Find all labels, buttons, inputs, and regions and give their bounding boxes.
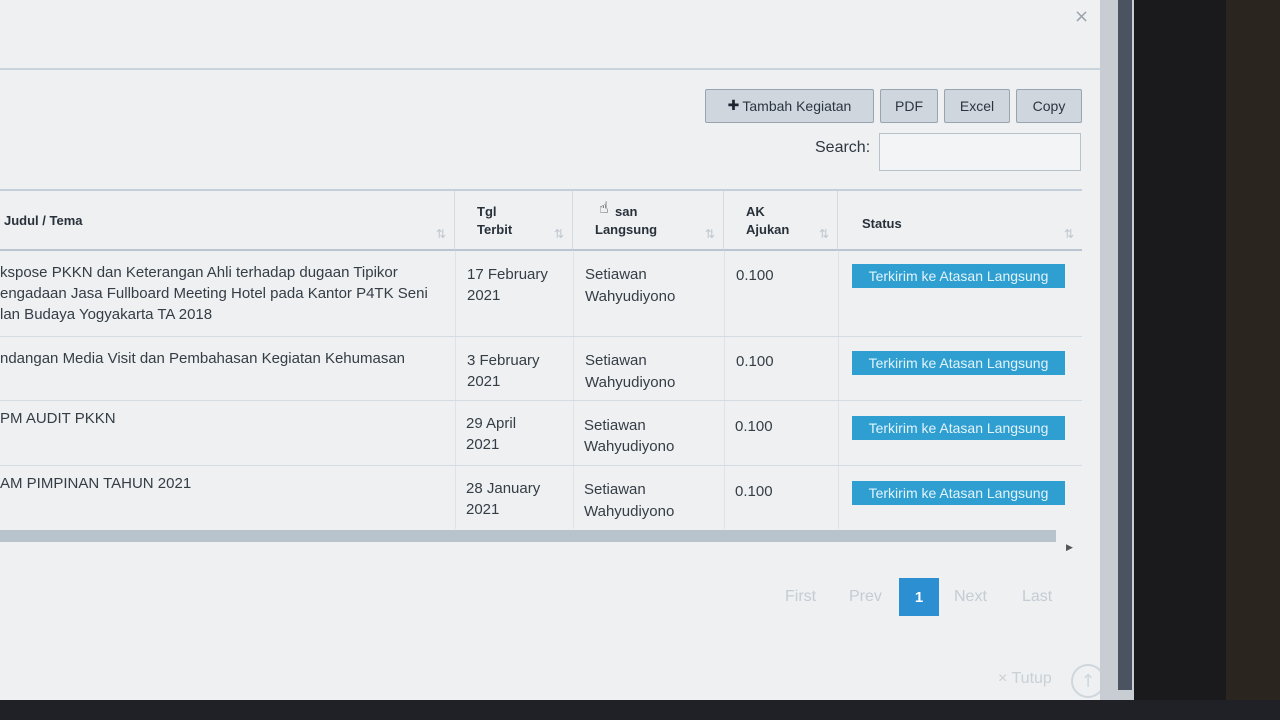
header-divider <box>0 68 1100 70</box>
header-judul-label: Judul / Tema <box>4 213 83 228</box>
sort-icon[interactable]: ⇅ <box>819 227 829 241</box>
plus-icon: ✚ <box>727 98 740 114</box>
cell-atasan: Wahyudiyono <box>585 288 676 305</box>
cell-atasan: Setiawan <box>585 352 647 369</box>
header-status-label: Status <box>862 216 902 231</box>
horizontal-scrollbar[interactable] <box>0 530 1056 542</box>
cell-judul: engadaan Jasa Fullboard Meeting Hotel pa… <box>0 285 428 302</box>
header-atasan-label-1: san <box>615 204 638 219</box>
sort-icon[interactable]: ⇅ <box>705 227 715 241</box>
status-badge: Terkirim ke Atasan Langsung <box>852 351 1065 375</box>
cell-tgl: 29 April <box>466 415 517 432</box>
pagination-last[interactable]: Last <box>1022 588 1052 606</box>
cell-ak: 0.100 <box>736 353 774 370</box>
header-ak-label-2: Ajukan <box>746 222 790 237</box>
pdf-button[interactable]: PDF <box>880 89 938 123</box>
cell-tgl: 28 January <box>466 480 541 497</box>
pagination-page-1[interactable]: 1 <box>899 578 939 616</box>
cell-judul: lan Budaya Yogyakarta TA 2018 <box>0 306 213 323</box>
pagination-next[interactable]: Next <box>954 588 987 606</box>
cell-judul: PM AUDIT PKKN <box>0 410 116 427</box>
status-badge: Terkirim ke Atasan Langsung <box>852 416 1065 440</box>
monitor-bezel <box>0 700 1280 720</box>
column-header-judul[interactable]: Judul / Tema ⇅ <box>0 191 455 251</box>
background-room <box>1226 0 1280 720</box>
cell-ak: 0.100 <box>736 267 774 284</box>
cell-tgl: 3 February <box>467 352 540 369</box>
status-badge: Terkirim ke Atasan Langsung <box>852 481 1065 505</box>
cell-atasan: Wahyudiyono <box>584 438 675 455</box>
close-icon[interactable]: × <box>1074 6 1089 27</box>
add-activity-label: Tambah Kegiatan <box>742 98 852 114</box>
cell-judul: ndangan Media Visit dan Pembahasan Kegia… <box>0 350 406 367</box>
sort-icon[interactable]: ⇅ <box>1064 227 1074 241</box>
header-tgl-label-2: Terbit <box>477 222 513 237</box>
header-atasan-label-2: Langsung <box>595 222 658 237</box>
close-button[interactable]: × Tutup <box>998 670 1052 688</box>
column-header-tgl[interactable]: Tgl Terbit ⇅ <box>455 191 573 251</box>
cell-atasan: Setiawan <box>584 417 646 434</box>
sort-icon[interactable]: ⇅ <box>436 227 446 241</box>
scroll-right-icon[interactable]: ▶ <box>1066 542 1073 553</box>
cell-atasan: Setiawan <box>585 266 647 283</box>
scroll-top-icon[interactable]: ↑ <box>1071 664 1100 698</box>
modal-dialog: × ✚ Tambah Kegiatan PDF Excel Copy Searc… <box>0 0 1100 700</box>
header-ak-label-1: AK <box>746 204 765 219</box>
cell-atasan: Wahyudiyono <box>584 503 675 520</box>
column-header-status[interactable]: Status ⇅ <box>838 191 1082 251</box>
cell-tgl: 2021 <box>467 287 501 304</box>
sort-icon[interactable]: ⇅ <box>554 227 564 241</box>
cell-judul: AM PIMPINAN TAHUN 2021 <box>0 475 192 492</box>
cell-tgl: 17 February <box>467 266 548 283</box>
cell-tgl: 2021 <box>466 436 500 453</box>
search-input[interactable] <box>879 133 1081 171</box>
excel-button[interactable]: Excel <box>944 89 1010 123</box>
search-label: Search: <box>815 139 871 156</box>
hand-cursor-icon: ☝ <box>599 198 609 217</box>
header-tgl-label-1: Tgl <box>477 204 497 219</box>
cell-ak: 0.100 <box>735 418 773 435</box>
cell-tgl: 2021 <box>466 501 500 518</box>
column-header-atasan[interactable]: san Langsung ⇅ <box>573 191 724 251</box>
copy-button[interactable]: Copy <box>1016 89 1082 123</box>
add-activity-button[interactable]: ✚ Tambah Kegiatan <box>705 89 874 123</box>
pagination-prev[interactable]: Prev <box>849 588 882 606</box>
column-header-ak[interactable]: AK Ajukan ⇅ <box>724 191 838 251</box>
pagination-first[interactable]: First <box>785 588 816 606</box>
status-badge: Terkirim ke Atasan Langsung <box>852 264 1065 288</box>
cell-atasan: Setiawan <box>584 481 646 498</box>
cell-tgl: 2021 <box>467 373 501 390</box>
cell-atasan: Wahyudiyono <box>585 374 676 391</box>
cell-judul: kspose PKKN dan Keterangan Ahli terhadap… <box>0 264 398 281</box>
vertical-scrollbar-thumb[interactable] <box>1118 0 1132 690</box>
cell-ak: 0.100 <box>735 483 773 500</box>
